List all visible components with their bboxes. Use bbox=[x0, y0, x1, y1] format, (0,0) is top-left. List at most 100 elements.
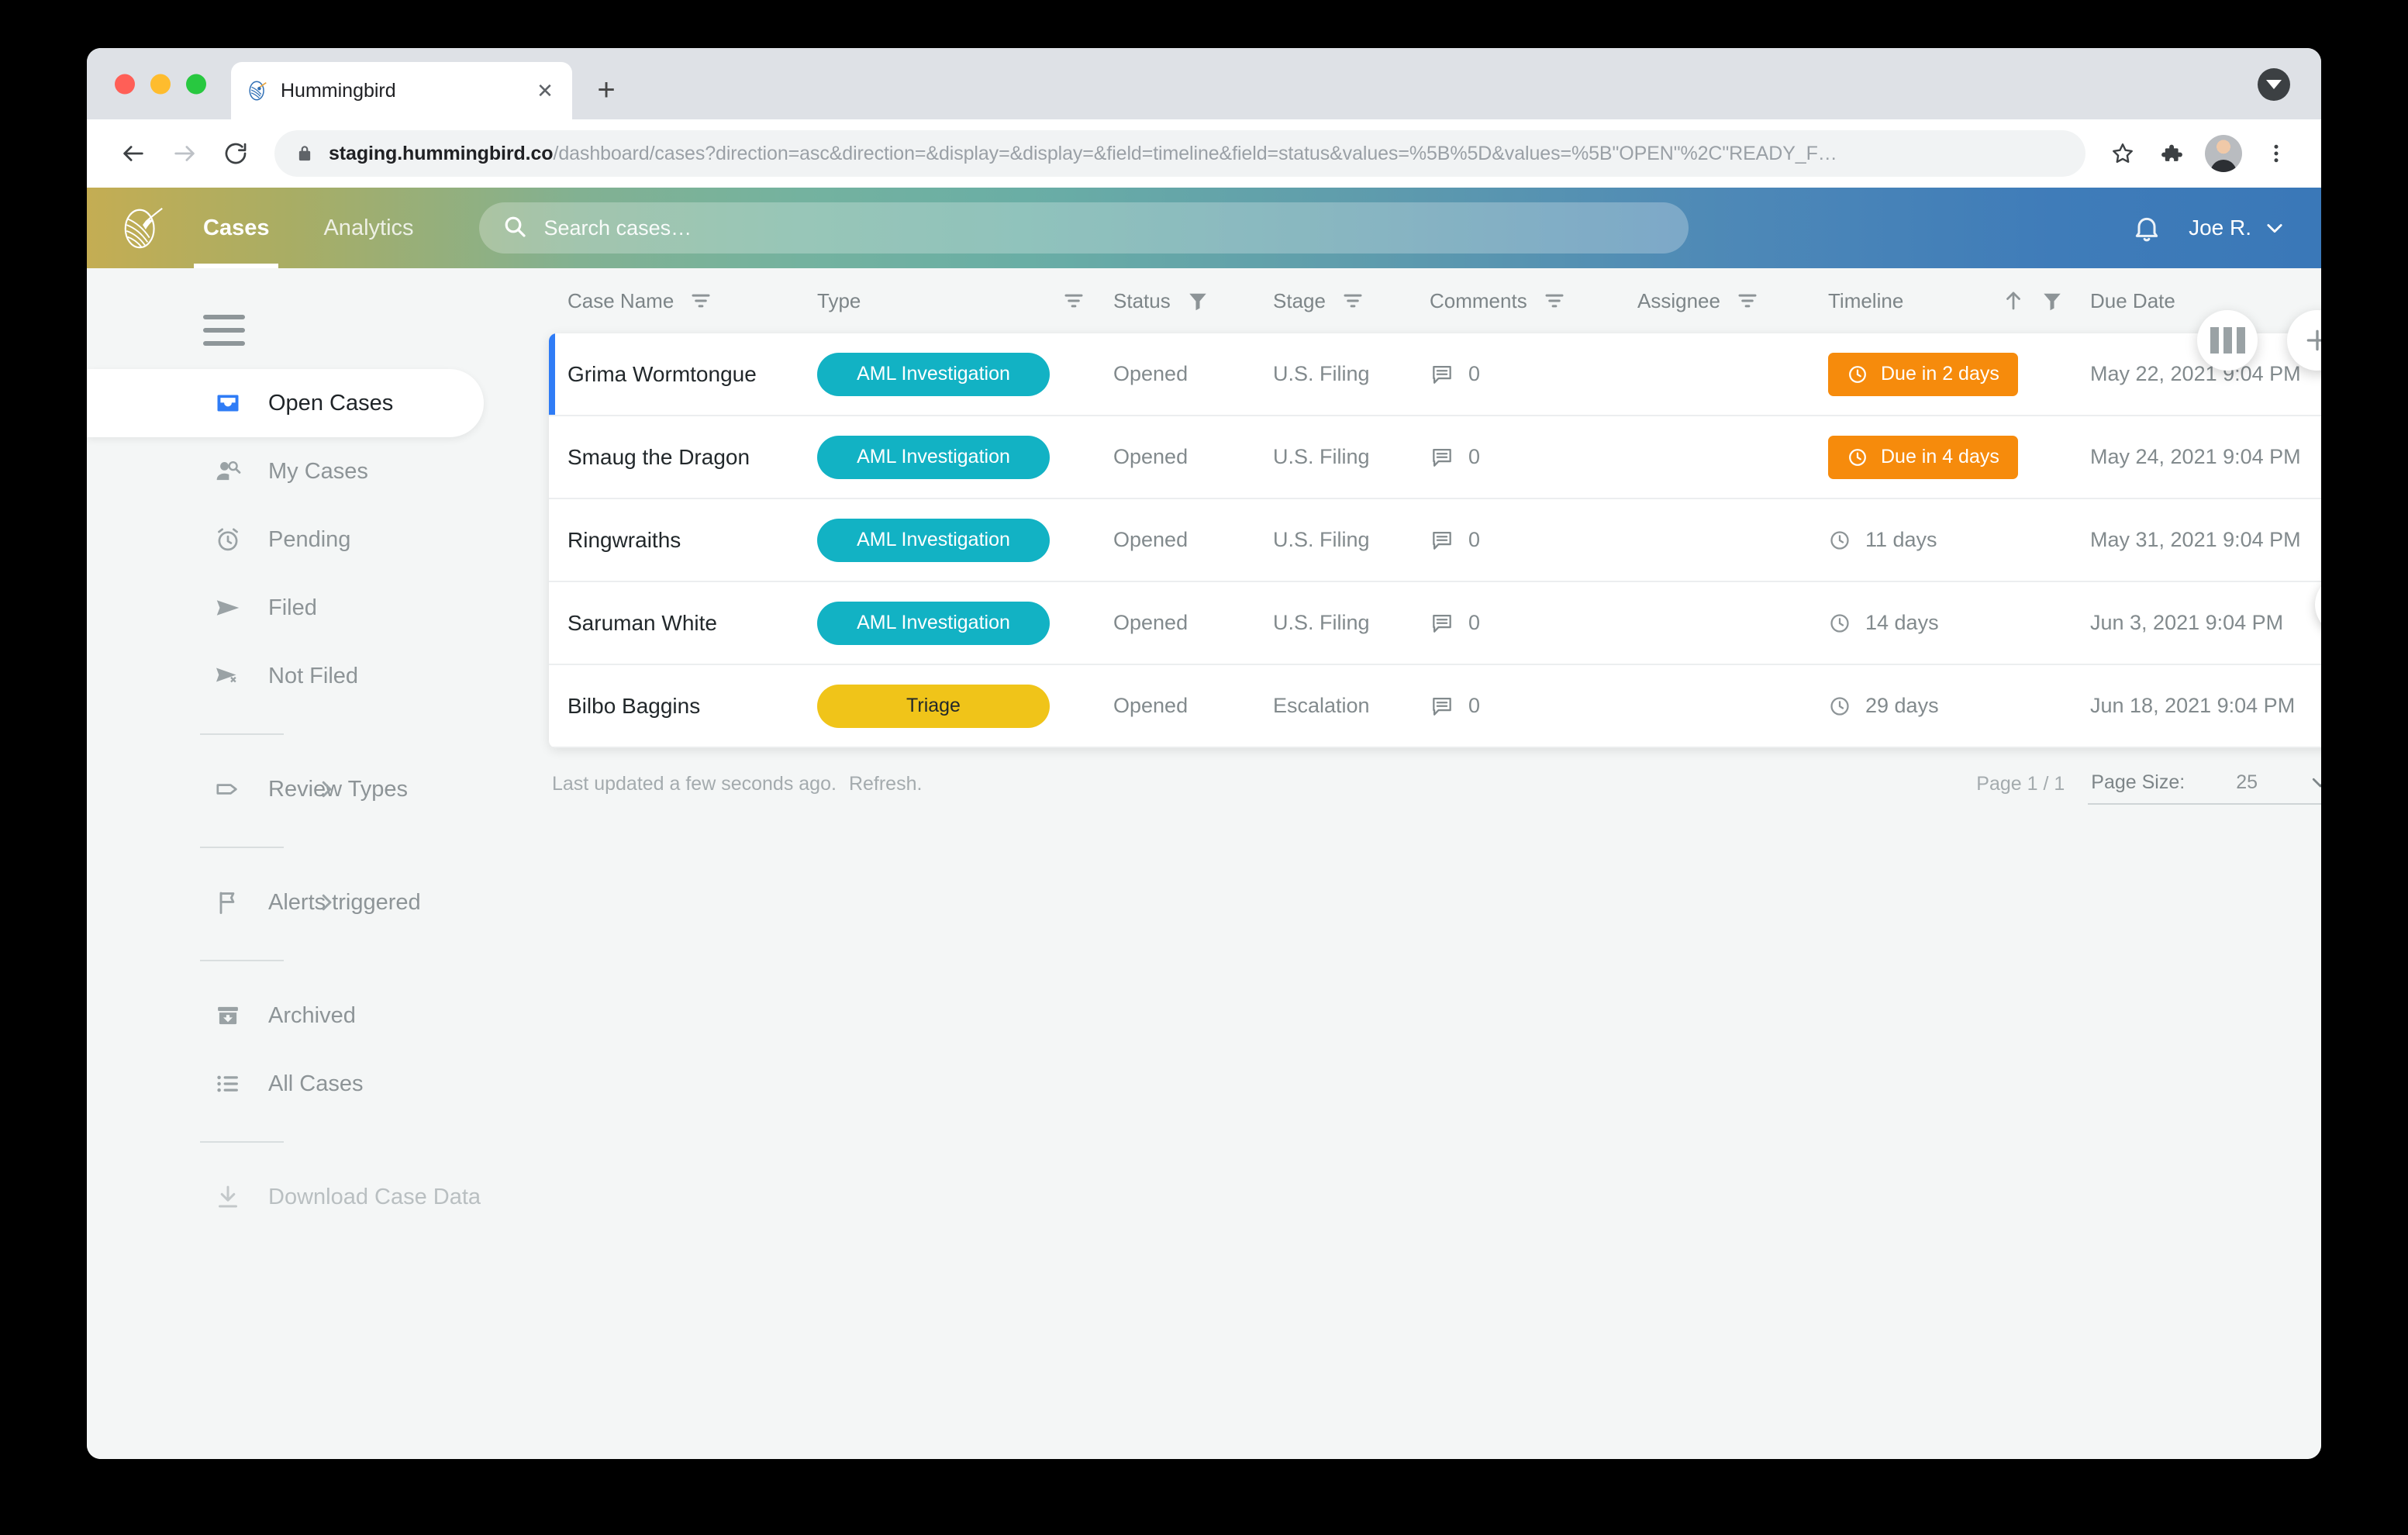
sidebar-item-open-cases[interactable]: Open Cases bbox=[87, 369, 484, 437]
cell-due-date: May 24, 2021 9:04 PM bbox=[2090, 445, 2301, 468]
timeline-badge: Due in 2 days bbox=[1828, 352, 2018, 396]
sidebar-item-alerts-triggered[interactable]: Alerts triggered bbox=[87, 868, 549, 937]
hummingbird-logo-icon[interactable] bbox=[119, 204, 167, 252]
browser-toolbar: staging.hummingbird.co/dashboard/cases?d… bbox=[87, 119, 2321, 188]
floating-action-buttons bbox=[2197, 310, 2321, 371]
sidebar-divider bbox=[200, 1141, 284, 1143]
close-icon[interactable]: ✕ bbox=[533, 79, 557, 102]
close-window-button[interactable] bbox=[115, 74, 135, 95]
columns-button[interactable] bbox=[2197, 310, 2258, 371]
search-icon bbox=[502, 214, 527, 243]
column-header-type[interactable]: Type bbox=[817, 289, 1113, 313]
column-header-assignee[interactable]: Assignee bbox=[1637, 289, 1828, 313]
sidebar-item-my-cases[interactable]: My Cases bbox=[87, 437, 549, 505]
sidebar-item-download-case-data[interactable]: Download Case Data bbox=[87, 1163, 549, 1231]
url-domain: staging.hummingbird.co bbox=[329, 142, 554, 164]
sidebar-item-pending[interactable]: Pending bbox=[87, 505, 549, 574]
table-row[interactable]: Ringwraiths AML Investigation Opened U.S… bbox=[549, 499, 2321, 582]
chevron-right-icon[interactable] bbox=[315, 778, 338, 801]
table-row[interactable]: Smaug the Dragon AML Investigation Opene… bbox=[549, 416, 2321, 499]
sidebar-item-filed-label: Filed bbox=[268, 595, 317, 620]
cell-status: Opened bbox=[1113, 445, 1188, 468]
type-badge: AML Investigation bbox=[817, 601, 1050, 645]
column-header-due-date[interactable]: Due Date bbox=[2090, 289, 2321, 313]
list-icon bbox=[212, 1068, 243, 1099]
sidebar-item-review-types[interactable]: Review Types bbox=[87, 755, 549, 823]
comment-count: 0 bbox=[1468, 362, 1481, 385]
column-header-comments[interactable]: Comments bbox=[1430, 289, 1637, 313]
bell-icon[interactable] bbox=[2131, 212, 2162, 243]
cell-timeline: Due in 4 days bbox=[1828, 435, 2090, 479]
three-dot-menu-icon[interactable] bbox=[2256, 133, 2296, 174]
chevron-right-icon[interactable] bbox=[315, 891, 338, 914]
filter-icon[interactable] bbox=[689, 289, 712, 312]
send-icon bbox=[212, 592, 243, 623]
column-header-stage[interactable]: Stage bbox=[1273, 289, 1430, 313]
search-cases-input[interactable]: Search cases… bbox=[478, 202, 1689, 254]
puzzle-piece-icon[interactable] bbox=[2151, 133, 2191, 174]
filter-active-icon[interactable] bbox=[2041, 289, 2064, 312]
timeline-value: 11 days bbox=[1828, 528, 1937, 552]
sort-ascending-icon[interactable] bbox=[2002, 289, 2025, 312]
plus-icon bbox=[2302, 325, 2321, 356]
column-header-timeline[interactable]: Timeline bbox=[1828, 289, 2090, 313]
browser-tab[interactable]: Hummingbird ✕ bbox=[231, 62, 572, 119]
type-badge: AML Investigation bbox=[817, 518, 1050, 562]
column-header-status[interactable]: Status bbox=[1113, 289, 1273, 313]
type-badge: AML Investigation bbox=[817, 435, 1050, 479]
sidebar-item-archived[interactable]: Archived bbox=[87, 981, 549, 1050]
reload-icon[interactable] bbox=[214, 132, 257, 175]
chevron-down-circle-icon[interactable] bbox=[2258, 68, 2290, 101]
comment-count: 0 bbox=[1468, 694, 1481, 717]
page-size-value: 25 bbox=[2236, 771, 2258, 793]
refresh-link[interactable]: Refresh. bbox=[849, 773, 922, 795]
cell-type: AML Investigation bbox=[817, 518, 1113, 562]
nav-tab-cases[interactable]: Cases bbox=[194, 188, 279, 268]
hummingbird-app: Cases Analytics Search cases… Joe R. Ope… bbox=[87, 188, 2321, 1459]
filter-icon[interactable] bbox=[1062, 289, 1085, 312]
timeline-label: Due in 2 days bbox=[1881, 363, 1999, 385]
maximize-window-button[interactable] bbox=[186, 74, 206, 95]
hamburger-icon[interactable] bbox=[203, 315, 245, 346]
filter-icon[interactable] bbox=[1543, 289, 1566, 312]
star-icon[interactable] bbox=[2103, 133, 2143, 174]
cell-timeline: 11 days bbox=[1828, 528, 2090, 552]
timeline-badge: Due in 4 days bbox=[1828, 435, 2018, 479]
cell-case-name: Bilbo Baggins bbox=[568, 693, 701, 718]
table-row[interactable]: Grima Wormtongue AML Investigation Opene… bbox=[549, 333, 2321, 416]
pagination-controls: Page 1 / 1 Page Size: 25 bbox=[1976, 763, 2321, 805]
add-case-button[interactable] bbox=[2287, 310, 2321, 371]
app-header: Cases Analytics Search cases… Joe R. bbox=[87, 188, 2321, 268]
flag-icon bbox=[212, 887, 243, 918]
cell-type: AML Investigation bbox=[817, 435, 1113, 479]
clock-icon bbox=[1847, 447, 1868, 468]
sidebar-item-filed[interactable]: Filed bbox=[87, 574, 549, 642]
sidebar-item-not-filed[interactable]: Not Filed bbox=[87, 642, 549, 710]
search-cases-placeholder: Search cases… bbox=[543, 216, 692, 240]
profile-avatar[interactable] bbox=[2205, 135, 2242, 172]
filter-icon[interactable] bbox=[1341, 289, 1364, 312]
lock-icon bbox=[295, 143, 315, 164]
address-bar[interactable]: staging.hummingbird.co/dashboard/cases?d… bbox=[274, 130, 2085, 177]
timeline-label: 11 days bbox=[1865, 528, 1937, 551]
user-menu-button[interactable]: Joe R. bbox=[2189, 216, 2286, 240]
filter-active-icon[interactable] bbox=[1186, 289, 1209, 312]
cell-comments: 0 bbox=[1430, 694, 1637, 719]
filter-icon[interactable] bbox=[1736, 289, 1759, 312]
table-row[interactable]: Bilbo Baggins Triage Opened Escalation 0… bbox=[549, 665, 2321, 748]
clock-icon bbox=[1828, 695, 1851, 718]
column-header-case-name[interactable]: Case Name bbox=[568, 289, 817, 313]
nav-tab-analytics[interactable]: Analytics bbox=[314, 188, 423, 268]
cell-comments: 0 bbox=[1430, 362, 1637, 387]
cell-type: Triage bbox=[817, 684, 1113, 728]
arrow-right-icon[interactable] bbox=[163, 132, 206, 175]
table-row[interactable]: Saruman White AML Investigation Opened U… bbox=[549, 582, 2321, 665]
column-header-assignee-label: Assignee bbox=[1637, 288, 1720, 312]
arrow-left-icon[interactable] bbox=[112, 132, 155, 175]
sidebar-item-all-cases[interactable]: All Cases bbox=[87, 1050, 549, 1118]
comment-count: 0 bbox=[1468, 528, 1481, 551]
new-tab-button[interactable]: + bbox=[589, 73, 623, 107]
minimize-window-button[interactable] bbox=[150, 74, 171, 95]
comment-icon bbox=[1430, 528, 1454, 553]
page-size-select[interactable]: Page Size: 25 bbox=[2088, 763, 2321, 805]
